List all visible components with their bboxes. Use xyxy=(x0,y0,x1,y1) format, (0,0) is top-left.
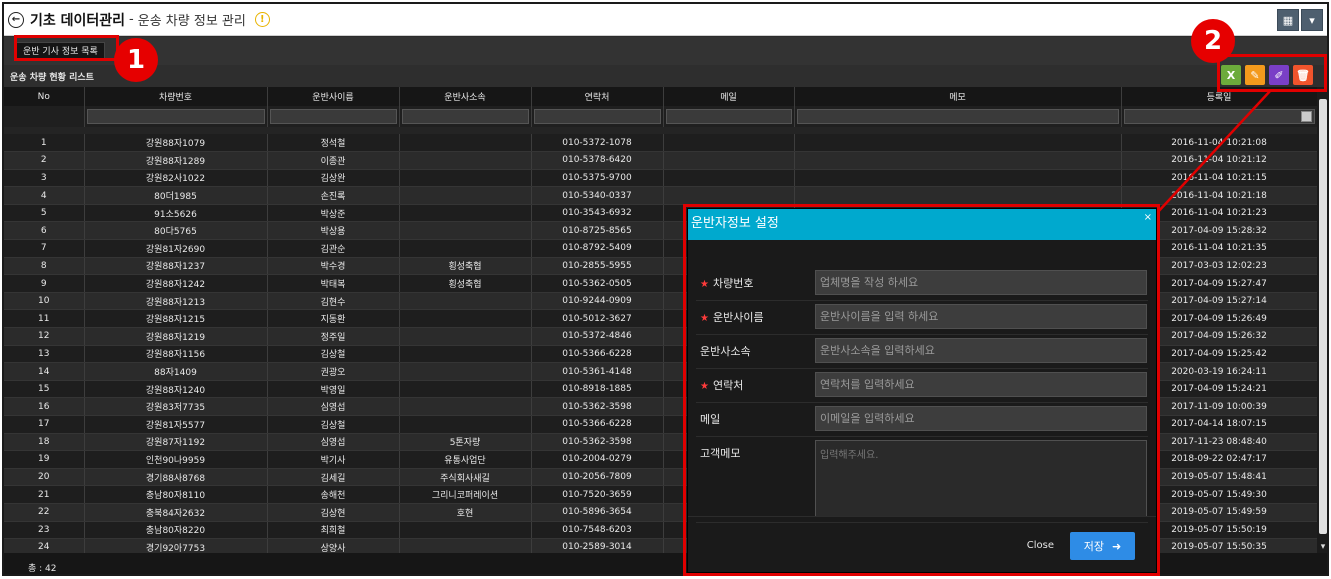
form-row: ★ 차량번호 업체명을 작성 하세요 xyxy=(696,267,1148,301)
field-input[interactable]: 이메일을 입력하세요 xyxy=(815,406,1147,431)
field-input[interactable]: 연락처를 입력하세요 xyxy=(815,372,1147,397)
form-row-memo: 고객메모 입력해주세요. xyxy=(696,437,1148,523)
form-row: 메일 이메일을 입력하세요 xyxy=(696,403,1148,437)
form-row: ★ 연락처 연락처를 입력하세요 xyxy=(696,369,1148,403)
field-label: 메일 xyxy=(700,411,720,427)
close-icon[interactable]: × xyxy=(1144,212,1152,223)
field-label-text: 차량번호 xyxy=(712,277,754,290)
save-button[interactable]: 저장 ➜ xyxy=(1070,532,1135,560)
required-star-icon: ★ xyxy=(700,279,709,290)
field-label-text: 메일 xyxy=(700,413,721,426)
modal-footer: Close 저장 ➜ xyxy=(688,516,1156,572)
memo-label: 고객메모 xyxy=(700,447,741,460)
driver-form: ★ 차량번호 업체명을 작성 하세요 ★ 운반사이름 운반사이름을 입력 하세요 운반사소속… xyxy=(696,267,1148,523)
field-label: ★ 연락처 xyxy=(700,377,743,393)
field-input[interactable]: 운반사이름을 입력 하세요 xyxy=(815,304,1147,329)
field-label: ★ 운반사이름 xyxy=(700,309,764,325)
field-label: ★ 차량번호 xyxy=(700,275,753,291)
connector-line xyxy=(1156,89,1272,214)
arrow-right-icon: ➜ xyxy=(1112,539,1122,553)
close-button[interactable]: Close xyxy=(1027,540,1054,551)
form-row: ★ 운반사이름 운반사이름을 입력 하세요 xyxy=(696,301,1148,335)
required-star-icon: ★ xyxy=(700,313,709,324)
modal-header: 운반자정보 설정 × xyxy=(688,209,1156,240)
modal-title: 운반자정보 설정 xyxy=(691,216,779,231)
driver-settings-modal: 운반자정보 설정 × ★ 차량번호 업체명을 작성 하세요 ★ 운반사이름 운반사이름을 … xyxy=(687,208,1157,573)
field-input[interactable]: 업체명을 작성 하세요 xyxy=(815,270,1147,295)
save-label: 저장 xyxy=(1083,540,1105,553)
field-label: 운반사소속 xyxy=(700,343,751,359)
field-label-text: 운반사이름 xyxy=(712,311,764,324)
field-input[interactable]: 운반사소속을 입력하세요 xyxy=(815,338,1147,363)
required-star-icon: ★ xyxy=(700,381,709,392)
field-label-text: 연락처 xyxy=(712,379,744,392)
form-row: 운반사소속 운반사소속을 입력하세요 xyxy=(696,335,1148,369)
field-label-text: 운반사소속 xyxy=(700,345,751,358)
memo-textarea[interactable]: 입력해주세요. xyxy=(815,440,1147,517)
